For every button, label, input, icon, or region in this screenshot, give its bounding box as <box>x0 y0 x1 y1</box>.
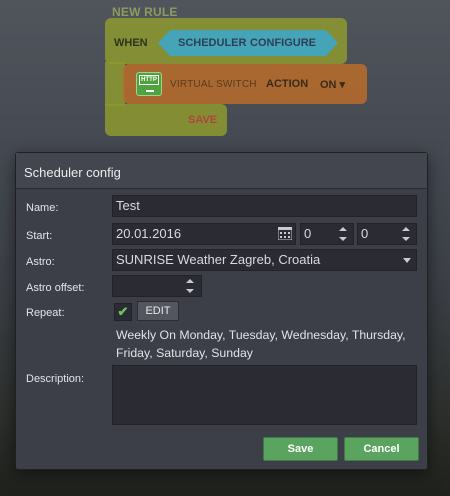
description-label: Description: <box>26 373 85 385</box>
repeat-checkbox[interactable]: ✔ <box>114 303 132 321</box>
trigger-module-label: SCHEDULER <box>178 37 247 49</box>
calendar-icon[interactable] <box>278 227 292 240</box>
description-textarea[interactable] <box>112 365 417 425</box>
name-label: Name: <box>26 202 59 214</box>
offset-stepper-icon[interactable] <box>185 279 195 293</box>
action-label: ACTION <box>266 78 309 90</box>
astro-label: Astro: <box>26 256 55 268</box>
rule-title: NEW RULE <box>112 5 178 19</box>
http-monitor-icon: HTTP <box>136 72 162 96</box>
hour-stepper-icon[interactable] <box>338 227 348 241</box>
name-input[interactable]: Test <box>112 195 417 217</box>
dialog-title: Scheduler config <box>24 165 121 180</box>
configure-link[interactable]: CONFIGURE <box>250 37 316 49</box>
device-name: VIRTUAL SWITCH <box>170 79 257 90</box>
dialog-header: Scheduler config <box>16 153 427 189</box>
astro-offset-label: Astro offset: <box>26 282 85 294</box>
when-block-connector <box>105 62 125 106</box>
repeat-summary: Weekly On Monday, Tuesday, Wednesday, Th… <box>116 328 406 360</box>
action-value-dropdown[interactable]: ON ▾ <box>320 78 345 91</box>
scheduler-config-dialog: Scheduler config Name: Test Start: 20.01… <box>15 152 428 470</box>
rule-save-button[interactable]: SAVE <box>188 114 217 126</box>
edit-repeat-button[interactable]: EDIT <box>137 301 179 321</box>
start-label: Start: <box>26 230 53 242</box>
cancel-button[interactable]: Cancel <box>344 437 419 461</box>
repeat-label: Repeat: <box>26 307 65 319</box>
chevron-down-icon[interactable] <box>403 258 411 263</box>
minute-stepper-icon[interactable] <box>401 227 411 241</box>
start-date-input[interactable]: 20.01.2016 <box>112 223 296 245</box>
astro-select[interactable]: SUNRISE Weather Zagreb, Croatia <box>112 249 417 271</box>
when-label: WHEN <box>114 37 148 49</box>
save-button[interactable]: Save <box>263 437 338 461</box>
